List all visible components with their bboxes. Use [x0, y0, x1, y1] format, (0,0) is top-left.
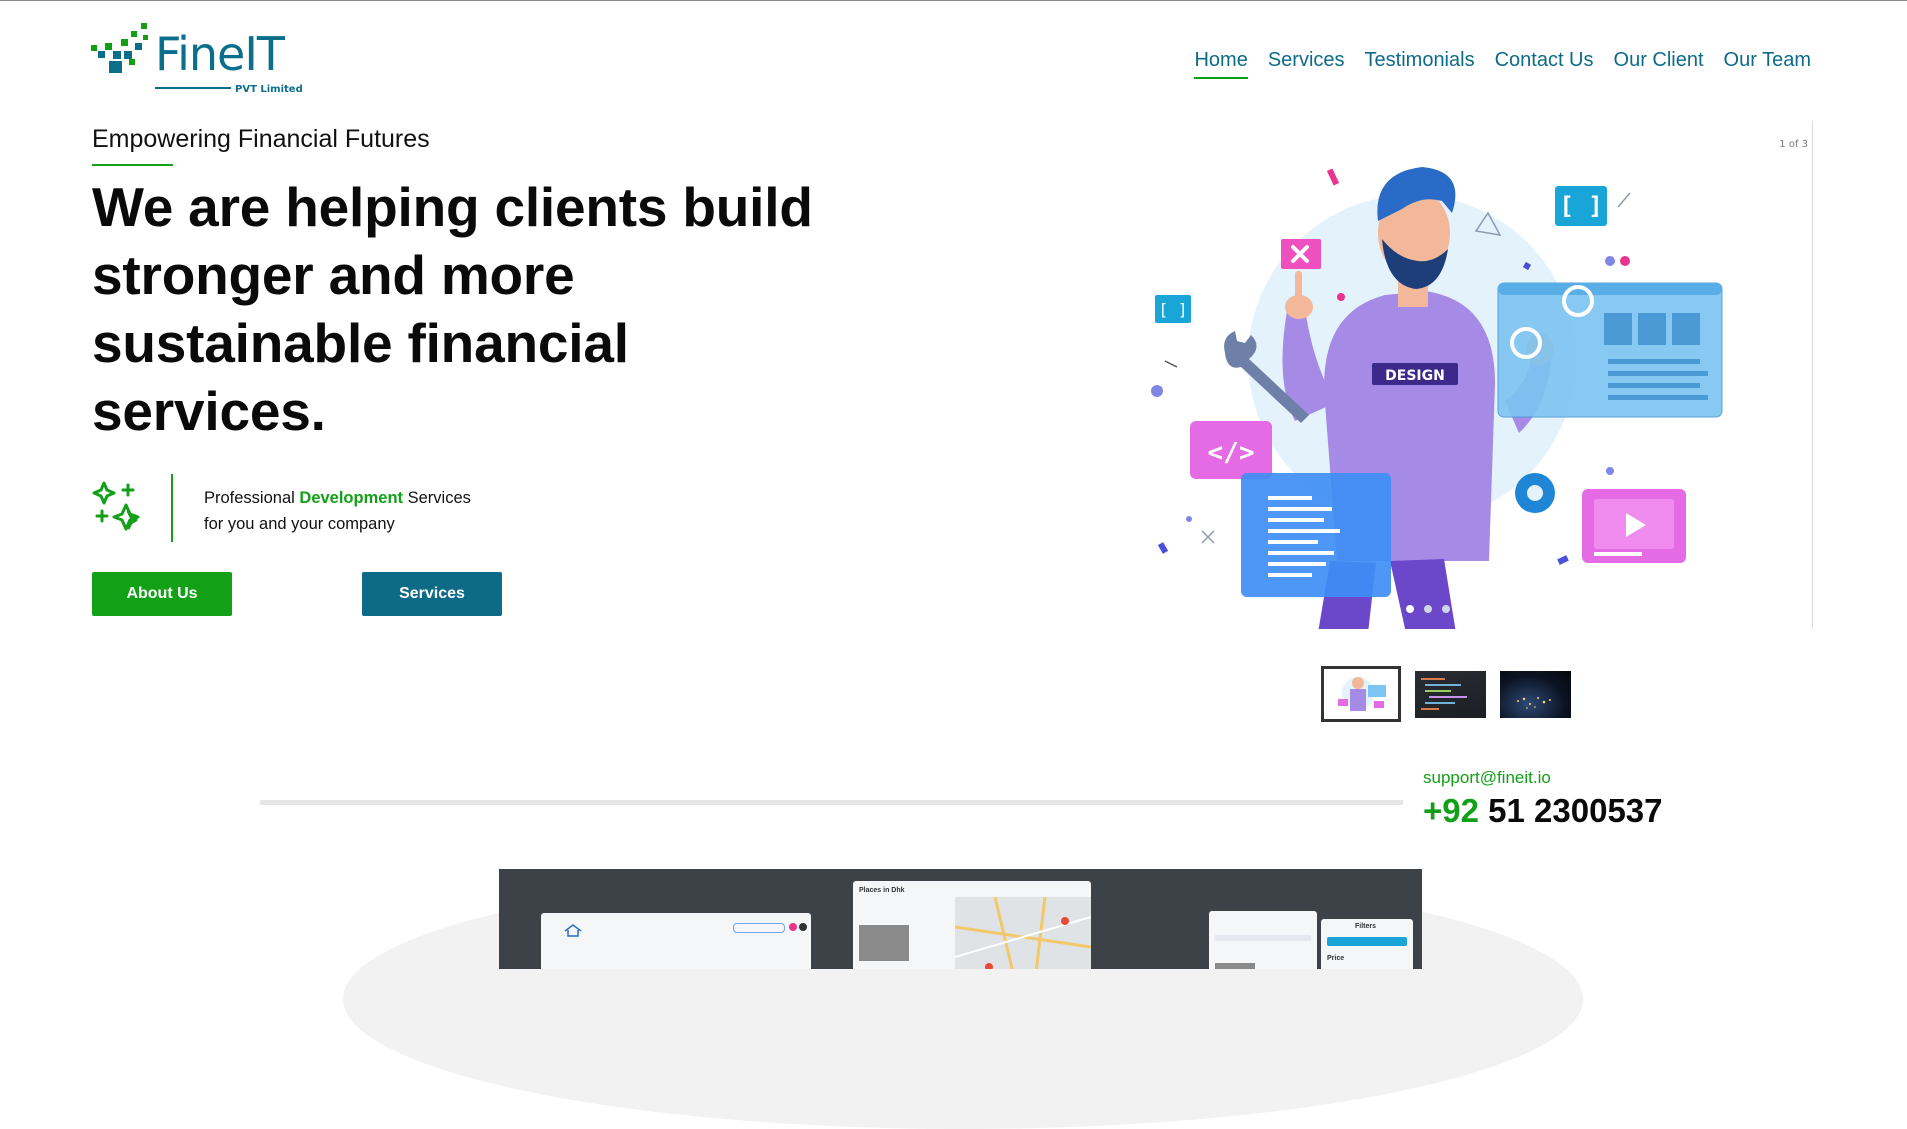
hero-headline: We are helping clients build stronger an… — [92, 176, 813, 442]
preview-avatar-icon — [799, 923, 807, 931]
carousel-dots — [1406, 605, 1450, 613]
about-us-button[interactable]: About Us — [92, 572, 232, 616]
preview-place-photo — [859, 925, 909, 961]
nav-our-team[interactable]: Our Team — [1724, 49, 1811, 79]
nav-our-client[interactable]: Our Client — [1614, 49, 1704, 79]
section-divider — [260, 800, 1403, 805]
svg-text:[ ]: [ ] — [1559, 192, 1602, 220]
main-nav: Home Services Testimonials Contact Us Ou… — [1194, 49, 1811, 79]
code-thumbnail-icon — [1421, 677, 1467, 710]
home-icon — [564, 924, 582, 937]
preview-web-screen — [541, 913, 811, 969]
preview-pill — [733, 923, 785, 933]
preview-filters-title: Filters — [1355, 923, 1377, 930]
services-button[interactable]: Services — [362, 572, 502, 616]
nav-home[interactable]: Home — [1194, 49, 1248, 79]
preview-mobile-screen — [1209, 911, 1317, 969]
nav-testimonials[interactable]: Testimonials — [1365, 49, 1475, 79]
preview-price-label: Price — [1327, 955, 1345, 962]
thumbnail-design[interactable] — [1321, 666, 1401, 722]
feature-text: Professional Development Services for yo… — [204, 485, 544, 537]
preview-mobile-photo — [1215, 963, 1255, 969]
thumbnail-earth-night[interactable] — [1500, 670, 1571, 718]
kicker-underline — [92, 164, 173, 166]
svg-text:[ ]: [ ] — [1159, 300, 1188, 319]
brand-tagline: PVT Limited — [235, 84, 303, 95]
nav-contact-us[interactable]: Contact Us — [1495, 49, 1594, 79]
design-thumbnail-icon — [1324, 669, 1398, 719]
feature-prefix: Professional — [204, 489, 295, 507]
thumbnail-code[interactable] — [1415, 670, 1486, 718]
carousel-dot-2[interactable] — [1424, 605, 1432, 613]
support-email-link[interactable]: support@fineit.io — [1423, 768, 1551, 788]
slide-counter: 1 of 3 — [1779, 139, 1808, 150]
brand-logo[interactable]: FineIT PVT Limited — [91, 21, 303, 97]
design-label: DESIGN — [1385, 368, 1445, 384]
support-phone[interactable]: +92 51 2300537 — [1423, 792, 1663, 830]
hero-kicker: Empowering Financial Futures — [92, 125, 430, 153]
preview-dot-icon — [789, 923, 797, 931]
logo-underline — [155, 87, 231, 89]
preview-map — [954, 896, 1092, 969]
brand-name: FineIT — [155, 27, 285, 81]
phone-number: 51 2300537 — [1488, 792, 1663, 829]
preview-mobile-bar — [1215, 935, 1311, 941]
hero-carousel[interactable]: 1 of 3 [ ] [ ] DESIGN </> — [1120, 121, 1813, 629]
carousel-thumbnails — [1321, 666, 1571, 722]
earth-night-thumbnail-icon — [1517, 696, 1551, 709]
preview-filters-panel: Filters Price — [1321, 919, 1413, 969]
phone-country-code: +92 — [1423, 792, 1479, 829]
feature-divider — [171, 474, 173, 542]
sparkles-icon — [92, 481, 140, 531]
map-icon — [954, 896, 1092, 969]
designer-illustration: [ ] [ ] DESIGN </> — [1151, 167, 1723, 629]
carousel-dot-3[interactable] — [1442, 605, 1450, 613]
carousel-dot-1[interactable] — [1406, 605, 1414, 613]
feature-highlight: Development — [299, 489, 404, 507]
preview-filter-button — [1327, 937, 1407, 946]
svg-text:</>: </> — [1208, 438, 1255, 468]
feature-line2: for you and your company — [204, 515, 395, 533]
feature-suffix: Services — [407, 489, 471, 507]
preview-map-screen: Places in Dhk — [853, 881, 1092, 969]
nav-services[interactable]: Services — [1268, 49, 1345, 79]
preview-places-title: Places in Dhk — [859, 887, 905, 894]
logo-mark-icon — [91, 23, 148, 73]
app-showcase-preview: Places in Dhk Filters Price — [499, 869, 1422, 969]
